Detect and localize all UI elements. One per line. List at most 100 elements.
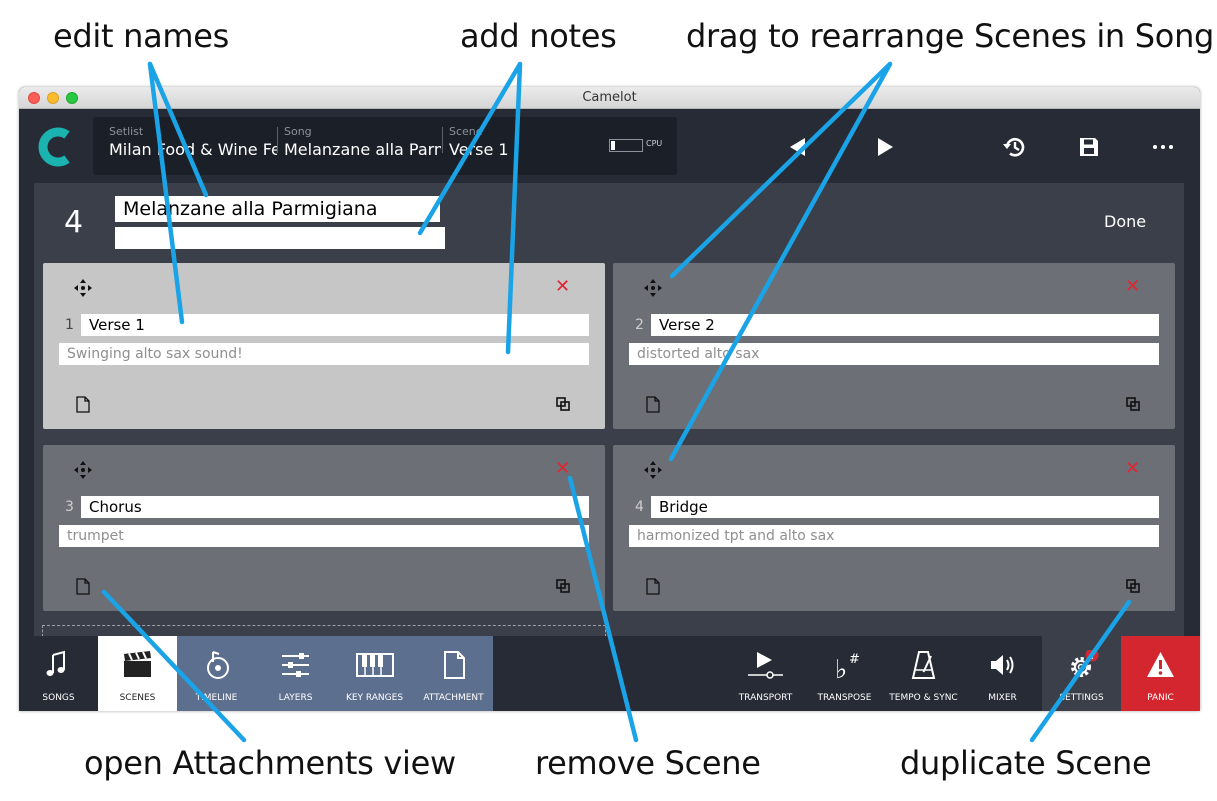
scene-number: 4 [635, 499, 644, 515]
scene-name-field[interactable]: Verse 1 [81, 314, 589, 336]
scene-notes-field[interactable]: harmonized tpt and alto sax [629, 525, 1159, 547]
setlist-label: Setlist [109, 125, 144, 138]
svg-text:#: # [849, 652, 860, 667]
scene-card[interactable]: ✕ 3 Chorus trumpet [43, 445, 605, 611]
tab-label: SCENES [119, 693, 156, 703]
tab-label: SONGS [42, 693, 75, 703]
window-title: Camelot [582, 90, 637, 105]
scene-notes-field[interactable]: trumpet [59, 525, 589, 547]
speaker-icon [991, 655, 1014, 675]
tab-label: TRANSPOSE [817, 693, 872, 703]
transport-icon [748, 652, 783, 679]
remove-scene-button[interactable]: ✕ [1125, 459, 1140, 479]
attachment-document-icon[interactable] [646, 578, 660, 595]
scene-segment[interactable]: Scene Verse 1 [449, 125, 609, 163]
cpu-bar [609, 139, 643, 152]
more-icon[interactable] [1152, 143, 1174, 151]
tab-transpose[interactable]: ♭ # TRANSPOSE [805, 636, 884, 711]
tab-transport[interactable]: TRANSPORT [726, 636, 805, 711]
segment-divider [442, 127, 443, 153]
scene-card[interactable]: ✕ 2 Verse 2 distorted alto sax [613, 263, 1175, 429]
move-handle-icon[interactable] [642, 459, 664, 481]
move-handle-icon[interactable] [642, 277, 664, 299]
tab-label: TIMELINE [195, 693, 238, 703]
camelot-logo [38, 127, 70, 167]
tab-label: ATTACHMENT [423, 693, 484, 703]
tab-label: TRANSPORT [738, 693, 793, 703]
tab-scenes[interactable]: SCENES [98, 636, 177, 711]
tab-key-ranges[interactable]: KEY RANGES [335, 636, 414, 711]
song-label: Song [284, 125, 312, 138]
timeline-icon [207, 651, 229, 679]
cpu-fill [611, 141, 615, 150]
annotation-edit-names: edit names [53, 17, 230, 55]
remove-scene-button[interactable]: ✕ [555, 459, 570, 479]
gear-icon: ! [1071, 650, 1099, 677]
annotation-add-notes: add notes [460, 17, 617, 55]
annotation-open-attachments: open Attachments view [84, 744, 456, 782]
scene-name-field[interactable]: Verse 2 [651, 314, 1159, 336]
settings-badge: ! [1090, 651, 1095, 662]
tab-timeline[interactable]: TIMELINE [177, 636, 256, 711]
flat-sharp-icon: ♭ # [835, 652, 860, 680]
scene-name-field[interactable]: Chorus [81, 496, 589, 518]
done-button[interactable]: Done [1104, 212, 1146, 231]
song-value: Melanzane alla Parmigiana [284, 140, 441, 159]
scene-number: 1 [65, 317, 74, 333]
now-playing-box[interactable]: Setlist Milan Food & Wine Festival Song … [93, 117, 677, 175]
tab-label: PANIC [1147, 693, 1174, 703]
attachment-document-icon[interactable] [76, 578, 90, 595]
song-segment[interactable]: Song Melanzane alla Parmigiana [284, 125, 441, 163]
tab-label: MIXER [988, 693, 1017, 703]
bottom-tab-bar: SONGS SCENES TIMELINE LAYERS KEY RANGES … [19, 636, 1200, 711]
segment-divider [277, 127, 278, 153]
attachment-document-icon[interactable] [646, 396, 660, 413]
history-icon[interactable] [1002, 134, 1028, 160]
cpu-label: CPU [646, 139, 663, 148]
top-bar: Setlist Milan Food & Wine Festival Song … [19, 109, 1200, 183]
move-handle-icon[interactable] [72, 459, 94, 481]
metronome-icon [911, 651, 936, 679]
scene-value: Verse 1 [449, 140, 509, 159]
tab-tempo-sync[interactable]: TEMPO & SYNC [884, 636, 963, 711]
annotation-remove-scene: remove Scene [535, 744, 761, 782]
duplicate-scene-icon[interactable] [1126, 579, 1140, 593]
app-window: Camelot Setlist Milan Food & Wine Festiv… [19, 87, 1200, 711]
scene-notes-field[interactable]: Swinging alto sax sound! [59, 343, 589, 365]
document-icon [444, 651, 465, 679]
tab-settings[interactable]: ! SETTINGS [1042, 636, 1121, 711]
scene-notes-field[interactable]: distorted alto sax [629, 343, 1159, 365]
remove-scene-button[interactable]: ✕ [555, 277, 570, 297]
duplicate-scene-icon[interactable] [556, 397, 570, 411]
clapperboard-icon [124, 651, 151, 677]
svg-text:♭: ♭ [835, 655, 847, 680]
window-titlebar: Camelot [19, 87, 1200, 109]
tab-attachment[interactable]: ATTACHMENT [414, 636, 493, 711]
attachment-document-icon[interactable] [76, 396, 90, 413]
previous-icon[interactable] [787, 136, 809, 158]
tab-layers[interactable]: LAYERS [256, 636, 335, 711]
tab-panic[interactable]: PANIC [1121, 636, 1200, 711]
remove-scene-button[interactable]: ✕ [1125, 277, 1140, 297]
scene-card[interactable]: ✕ 4 Bridge harmonized tpt and alto sax [613, 445, 1175, 611]
save-icon[interactable] [1078, 136, 1100, 158]
tab-label: TEMPO & SYNC [889, 693, 958, 703]
song-number: 4 [64, 205, 84, 240]
scene-card[interactable]: ✕ 1 Verse 1 Swinging alto sax sound! [43, 263, 605, 429]
sliders-icon [282, 653, 309, 677]
scenes-edit-panel: 4 Melanzane alla Parmigiana Done ✕ 1 Ver… [34, 183, 1184, 646]
play-icon[interactable] [874, 136, 896, 158]
tab-label: LAYERS [278, 693, 313, 703]
tab-songs[interactable]: SONGS [19, 636, 98, 711]
duplicate-scene-icon[interactable] [1126, 397, 1140, 411]
annotation-duplicate-scene: duplicate Scene [900, 744, 1152, 782]
setlist-value: Milan Food & Wine Festival [109, 140, 277, 159]
scene-name-field[interactable]: Bridge [651, 496, 1159, 518]
move-handle-icon[interactable] [72, 277, 94, 299]
setlist-segment[interactable]: Setlist Milan Food & Wine Festival [109, 125, 277, 163]
scene-number: 2 [635, 317, 644, 333]
song-name-field[interactable]: Melanzane alla Parmigiana [115, 196, 440, 222]
tab-mixer[interactable]: MIXER [963, 636, 1042, 711]
duplicate-scene-icon[interactable] [556, 579, 570, 593]
song-notes-field[interactable] [115, 227, 445, 249]
